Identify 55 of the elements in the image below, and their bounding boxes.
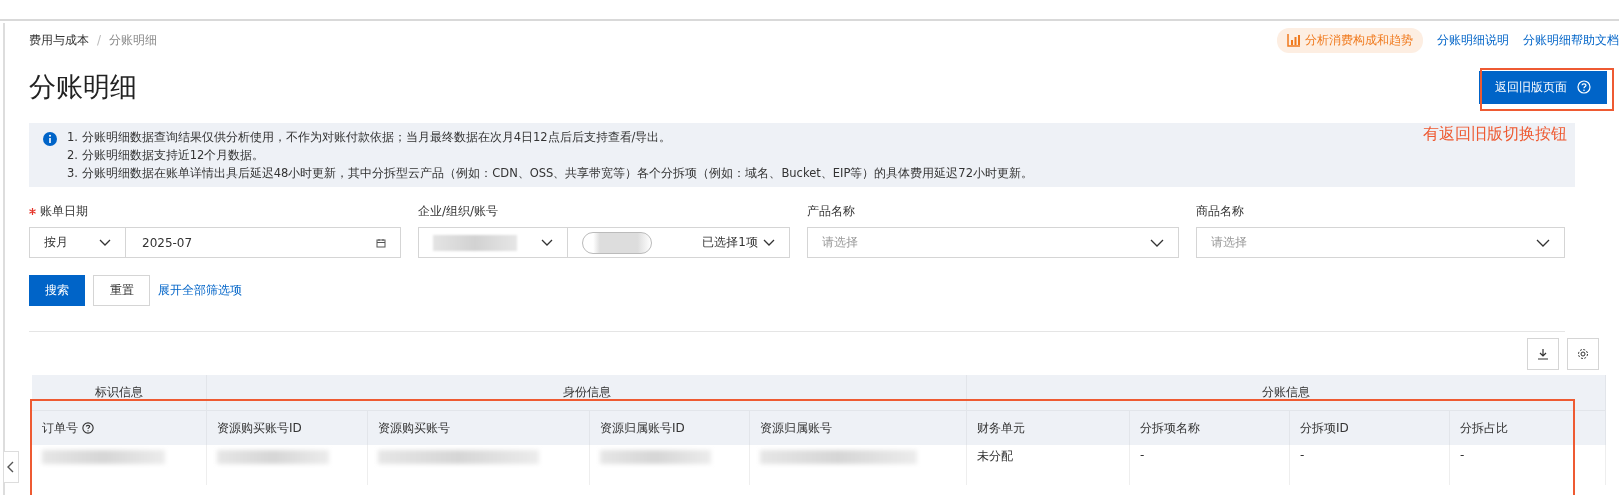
notice-text: 3. 分账明细数据在账单详情出具后延迟48小时更新，其中分拆型云产品（例如：CDN、OSS、共享带宽等）各个分拆项（例如：域名、Bucket、EIP等）的具体费用延迟72小时更新。 [67, 166, 1033, 180]
required-icon [29, 207, 36, 215]
settings-button[interactable] [1567, 338, 1599, 370]
notice-text: 2. 分账明细数据支持近12个月数据。 [67, 148, 266, 162]
chevron-left-icon [7, 461, 15, 473]
month-field[interactable]: 2025-07 [125, 227, 401, 258]
table-cell: - [1460, 448, 1465, 462]
info-icon [43, 132, 57, 146]
search-button[interactable]: 搜索 [29, 275, 85, 306]
help-icon [82, 422, 94, 434]
breadcrumb-item: 分账明细 [109, 31, 158, 49]
field-label: 产品名称 [807, 202, 855, 220]
column-header: 分拆占比 [1460, 419, 1508, 437]
breadcrumb-separator: / [97, 33, 102, 47]
table-cell: - [1300, 448, 1305, 462]
download-button[interactable] [1527, 338, 1559, 370]
column-header: 资源归属账号 [760, 419, 832, 437]
chevron-down-icon [1536, 238, 1550, 247]
redacted-tag [582, 231, 652, 254]
annotation-text: 有返回旧版切换按钮 [1423, 124, 1567, 145]
column-header: 资源归属账号ID [600, 419, 685, 437]
column-header: 分拆项ID [1300, 419, 1349, 437]
table-cell: - [1140, 448, 1145, 462]
column-header: 资源购买账号 [378, 419, 450, 437]
account-multi-select[interactable]: 已选择1项 [567, 227, 790, 258]
group-header: 标识信息 [32, 375, 207, 410]
group-header: 身份信息 [207, 375, 967, 410]
column-header: 资源购买账号ID [217, 419, 302, 437]
help-icon [1577, 80, 1591, 94]
old-version-button[interactable]: 返回旧版页面 [1479, 70, 1607, 104]
column-header: 分拆项名称 [1140, 419, 1200, 437]
field-label: 企业/组织/账号 [418, 202, 499, 220]
download-icon [1537, 348, 1549, 360]
period-select[interactable]: 按月 [29, 227, 126, 258]
collapse-button[interactable] [4, 451, 19, 483]
help-link[interactable]: 分账明细说明 [1437, 31, 1509, 49]
table-cell: 未分配 [977, 448, 1013, 465]
column-header: 订单号 [42, 419, 78, 437]
expand-filters-link[interactable]: 展开全部筛选项 [158, 282, 242, 299]
chevron-down-icon [541, 238, 553, 247]
field-label: 账单日期 [40, 202, 88, 220]
field-label: 商品名称 [1196, 202, 1244, 220]
chevron-down-icon [99, 238, 111, 247]
help-link[interactable]: 分账明细帮助文档 [1523, 31, 1619, 49]
bar-chart-icon [1287, 33, 1301, 47]
settings-icon [1577, 348, 1589, 360]
breadcrumb-item[interactable]: 费用与成本 [29, 31, 89, 49]
column-header: 财务单元 [977, 419, 1025, 437]
chevron-down-icon [763, 238, 775, 247]
page-title: 分账明细 [29, 70, 137, 104]
group-header: 分账信息 [967, 375, 1606, 410]
reset-button[interactable]: 重置 [93, 275, 150, 306]
notice-text: 1. 分账明细数据查询结果仅供分析使用，不作为对账付款依据；当月最终数据在次月4日12点后后支持查看/导出。 [67, 130, 673, 144]
calendar-icon [376, 237, 386, 248]
chevron-down-icon [1150, 238, 1164, 247]
